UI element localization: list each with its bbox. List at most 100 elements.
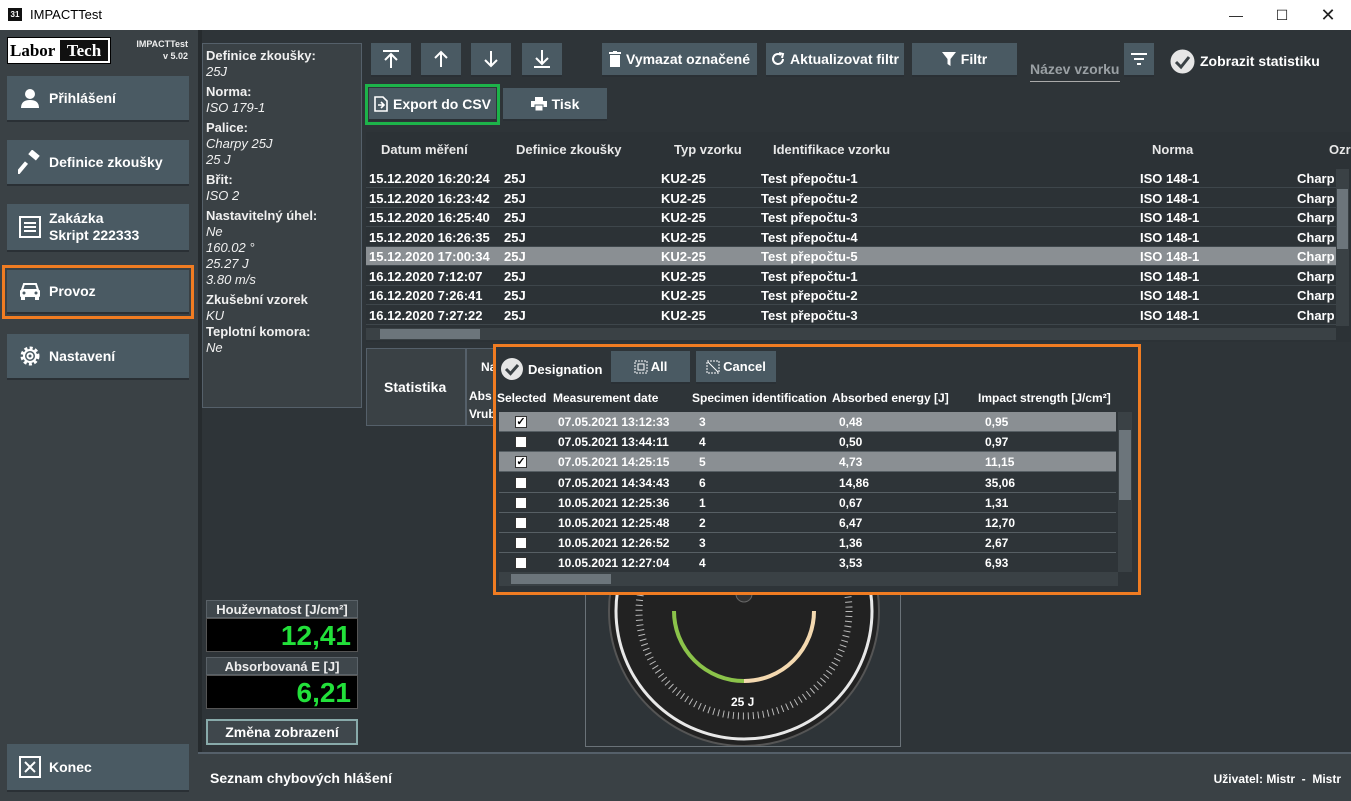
cell-specimen: 2 xyxy=(699,516,706,530)
table-row[interactable]: 15.12.2020 16:26:35 25J KU2-25 Test přepočt… xyxy=(366,228,1336,247)
table-row[interactable]: 10.05.2021 12:25:36 1 0,67 1,31 xyxy=(499,493,1116,513)
row-checkbox[interactable] xyxy=(515,436,527,449)
table-row[interactable]: 10.05.2021 12:26:52 3 1,36 2,67 xyxy=(499,533,1116,554)
move-top-button[interactable] xyxy=(371,43,411,77)
column-header[interactable]: Measurement date xyxy=(553,391,658,405)
row-checkbox[interactable] xyxy=(515,517,527,529)
labortech-logo: Labor Tech xyxy=(7,37,111,64)
scrollbar-thumb[interactable] xyxy=(1337,189,1348,249)
cell-type: KU2-25 xyxy=(661,307,706,323)
sidebar-item-test-definition[interactable]: Definice zkoušky xyxy=(7,140,189,186)
cell-norm: ISO 148-1 xyxy=(1140,268,1200,284)
cell-type: KU2-25 xyxy=(661,288,706,303)
app-version: IMPACTTest v 5.02 xyxy=(120,38,188,62)
filter-label: Filtr xyxy=(960,51,988,67)
sort-button[interactable] xyxy=(1124,43,1154,77)
table-row[interactable]: 15.12.2020 17:00:34 25J KU2-25 Test přepočt… xyxy=(366,247,1336,266)
column-header[interactable]: Datum měření xyxy=(381,142,468,157)
scrollbar-thumb[interactable] xyxy=(511,574,611,584)
row-checkbox[interactable] xyxy=(515,496,527,509)
change-view-button[interactable]: Změna zobrazení xyxy=(206,719,358,745)
table-row[interactable]: 07.05.2021 14:34:43 6 14,86 35,06 xyxy=(499,473,1116,493)
cell-norm: ISO 148-1 xyxy=(1140,190,1200,206)
select-all-button[interactable]: All xyxy=(611,351,690,384)
table-row[interactable]: 16.12.2020 7:27:22 25J KU2-25 Test přepočtu… xyxy=(366,306,1336,325)
table-row[interactable]: 16.12.2020 7:26:41 25J KU2-25 Test přepočtu… xyxy=(366,286,1336,305)
delete-marked-button[interactable]: Vymazat označené xyxy=(602,43,757,77)
move-down-button[interactable] xyxy=(471,43,511,77)
column-header[interactable]: Absorbed energy [J] xyxy=(832,391,949,405)
popup-horizontal-scrollbar[interactable] xyxy=(499,572,1118,586)
filter-button[interactable]: Filtr xyxy=(912,43,1017,77)
scrollbar-thumb[interactable] xyxy=(380,329,480,339)
file-export-icon xyxy=(374,95,388,112)
cell-strength: 35,06 xyxy=(985,475,1016,490)
show-stats-toggle[interactable]: Zobrazit statistiku xyxy=(1170,48,1320,74)
table-row[interactable]: 16.12.2020 7:12:07 25J KU2-25 Test přepočtu… xyxy=(366,267,1336,286)
refresh-filter-label: Aktualizovat filtr xyxy=(790,51,899,67)
sidebar-item-sublabel: Skript 222333 xyxy=(49,227,140,243)
info-value: 25.27 J xyxy=(206,256,249,271)
sidebar-item-operation[interactable]: Provoz xyxy=(2,265,194,319)
table-row[interactable]: ✓ 07.05.2021 14:25:15 5 4,73 11,15 xyxy=(499,452,1116,473)
table-row[interactable]: 10.05.2021 12:27:04 4 3,53 6,93 xyxy=(499,553,1116,572)
cell-strength: 2,67 xyxy=(985,536,1009,551)
column-header[interactable]: Specimen identification xyxy=(692,391,827,405)
title-bar: 31 IMPACTTest — ☐ ✕ xyxy=(0,0,1351,30)
designation-label: Designation xyxy=(528,361,603,377)
print-button[interactable]: Tisk xyxy=(503,88,607,121)
close-button[interactable]: ✕ xyxy=(1305,0,1351,30)
export-csv-button[interactable]: Export do CSV xyxy=(365,84,500,125)
column-header[interactable]: Ozr xyxy=(1329,142,1351,157)
column-header[interactable]: Typ vzorku xyxy=(674,142,742,157)
cell-measurement-date: 10.05.2021 12:26:52 xyxy=(558,536,670,551)
popup-table-body: ✓ 07.05.2021 13:12:33 3 0,48 0,95 07.05.2021 … xyxy=(496,412,1116,572)
list-icon xyxy=(17,215,43,239)
table-row[interactable]: ✓ 07.05.2021 13:12:33 3 0,48 0,95 xyxy=(499,412,1116,432)
statistics-table: Na Abs Vrub xyxy=(466,348,496,426)
sample-name-input[interactable]: Název vzorku xyxy=(1030,58,1120,82)
popup-vertical-scrollbar[interactable] xyxy=(1118,412,1132,572)
scrollbar-thumb[interactable] xyxy=(1119,430,1131,500)
exit-button[interactable]: Konec xyxy=(7,744,189,792)
designation-toggle[interactable]: Designation xyxy=(500,353,602,385)
sidebar-item-settings[interactable]: Nastavení xyxy=(7,334,189,380)
table-row[interactable]: 15.12.2020 16:23:42 25J KU2-25 Test přepočt… xyxy=(366,189,1336,208)
cancel-selection-button[interactable]: Cancel xyxy=(696,351,776,384)
cell-identification: Test přepočtu-3 xyxy=(761,210,858,225)
cell-date: 15.12.2020 16:25:40 xyxy=(369,210,490,225)
cell-energy: 14,86 xyxy=(839,475,870,490)
column-header[interactable]: Identifikace vzorku xyxy=(773,142,890,157)
horizontal-scrollbar[interactable] xyxy=(366,328,1336,340)
move-up-button[interactable] xyxy=(421,43,461,77)
cell-designation: Charp xyxy=(1297,307,1335,323)
row-checkbox[interactable] xyxy=(515,557,527,570)
cell-designation: Charp xyxy=(1297,171,1335,186)
table-row[interactable]: 07.05.2021 13:44:11 4 0,50 0,97 xyxy=(499,432,1116,453)
move-bottom-button[interactable] xyxy=(522,43,562,77)
column-header[interactable]: Selected xyxy=(497,391,546,405)
vertical-scrollbar[interactable] xyxy=(1336,169,1349,326)
cell-identification: Test přepočtu-2 xyxy=(761,190,858,206)
error-list-link[interactable]: Seznam chybových hlášení xyxy=(210,770,392,786)
table-row[interactable]: 15.12.2020 16:20:24 25J KU2-25 Test přepočt… xyxy=(366,169,1336,188)
row-checkbox[interactable] xyxy=(515,537,527,550)
table-row[interactable]: 10.05.2021 12:25:48 2 6,47 12,70 xyxy=(499,513,1116,533)
sidebar-item-login[interactable]: Přihlášení xyxy=(7,76,189,122)
minimize-button[interactable]: — xyxy=(1213,0,1259,30)
cell-norm: ISO 148-1 xyxy=(1140,210,1200,225)
cell-energy: 1,36 xyxy=(839,536,863,551)
funnel-icon xyxy=(941,52,956,66)
row-checkbox[interactable]: ✓ xyxy=(515,456,527,469)
column-header[interactable]: Impact strength [J/cm²] xyxy=(978,391,1111,405)
row-checkbox[interactable]: ✓ xyxy=(515,416,527,428)
row-checkbox[interactable] xyxy=(515,476,527,489)
deselect-icon xyxy=(706,360,720,374)
maximize-button[interactable]: ☐ xyxy=(1259,0,1305,30)
refresh-filter-button[interactable]: Aktualizovat filtr xyxy=(766,43,904,77)
column-header[interactable]: Definice zkoušky xyxy=(516,142,622,157)
info-value: Ne xyxy=(206,340,223,355)
column-header[interactable]: Norma xyxy=(1152,142,1193,157)
sidebar-item-order[interactable]: Zakázka Skript 222333 xyxy=(7,204,189,252)
table-row[interactable]: 15.12.2020 16:25:40 25J KU2-25 Test přepočt… xyxy=(366,208,1336,227)
